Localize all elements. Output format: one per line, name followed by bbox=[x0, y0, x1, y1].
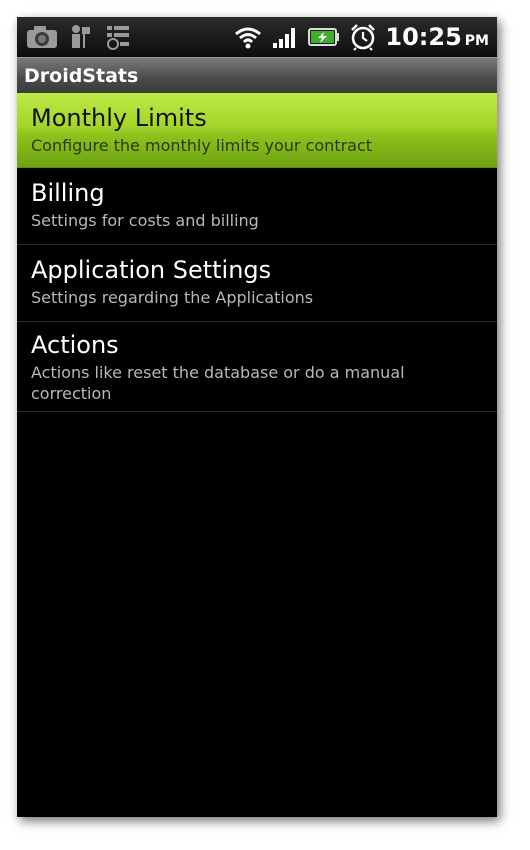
camera-icon bbox=[25, 24, 59, 50]
notification-icons bbox=[25, 24, 131, 50]
pref-title: Actions bbox=[31, 331, 119, 359]
pref-monthly-limits[interactable]: Monthly Limits Configure the monthly lim… bbox=[17, 93, 497, 168]
system-icons: 10:25 PM bbox=[233, 23, 489, 51]
task-list-icon bbox=[105, 24, 131, 50]
clock-ampm: PM bbox=[464, 33, 489, 49]
pref-actions[interactable]: Actions Actions like reset the database … bbox=[17, 322, 497, 412]
clock-time: 10:25 bbox=[385, 23, 462, 51]
pref-billing[interactable]: Billing Settings for costs and billing bbox=[17, 168, 497, 245]
pref-summary: Actions like reset the database or do a … bbox=[31, 363, 405, 403]
pref-summary: Configure the monthly limits your contra… bbox=[31, 136, 373, 155]
pref-title: Billing bbox=[31, 179, 105, 207]
wifi-icon bbox=[233, 24, 263, 50]
pref-application-settings[interactable]: Application Settings Settings regarding … bbox=[17, 245, 497, 322]
battery-charging-icon bbox=[307, 24, 341, 50]
status-bar: 10:25 PM bbox=[17, 17, 497, 57]
app-title: DroidStats bbox=[24, 64, 139, 87]
preferences-list: Monthly Limits Configure the monthly lim… bbox=[17, 93, 497, 412]
pref-summary: Settings for costs and billing bbox=[31, 211, 259, 230]
pref-title: Monthly Limits bbox=[31, 104, 207, 132]
pref-summary: Settings regarding the Applications bbox=[31, 288, 314, 307]
pref-title: Application Settings bbox=[31, 256, 272, 284]
phone-screen: 10:25 PM DroidStats Monthly Limits Config… bbox=[17, 17, 497, 817]
alarm-clock-icon bbox=[349, 23, 377, 51]
signal-icon bbox=[271, 24, 299, 50]
status-clock: 10:25 PM bbox=[385, 23, 489, 51]
app-title-bar: DroidStats bbox=[17, 57, 497, 93]
usb-debug-icon bbox=[69, 24, 95, 50]
